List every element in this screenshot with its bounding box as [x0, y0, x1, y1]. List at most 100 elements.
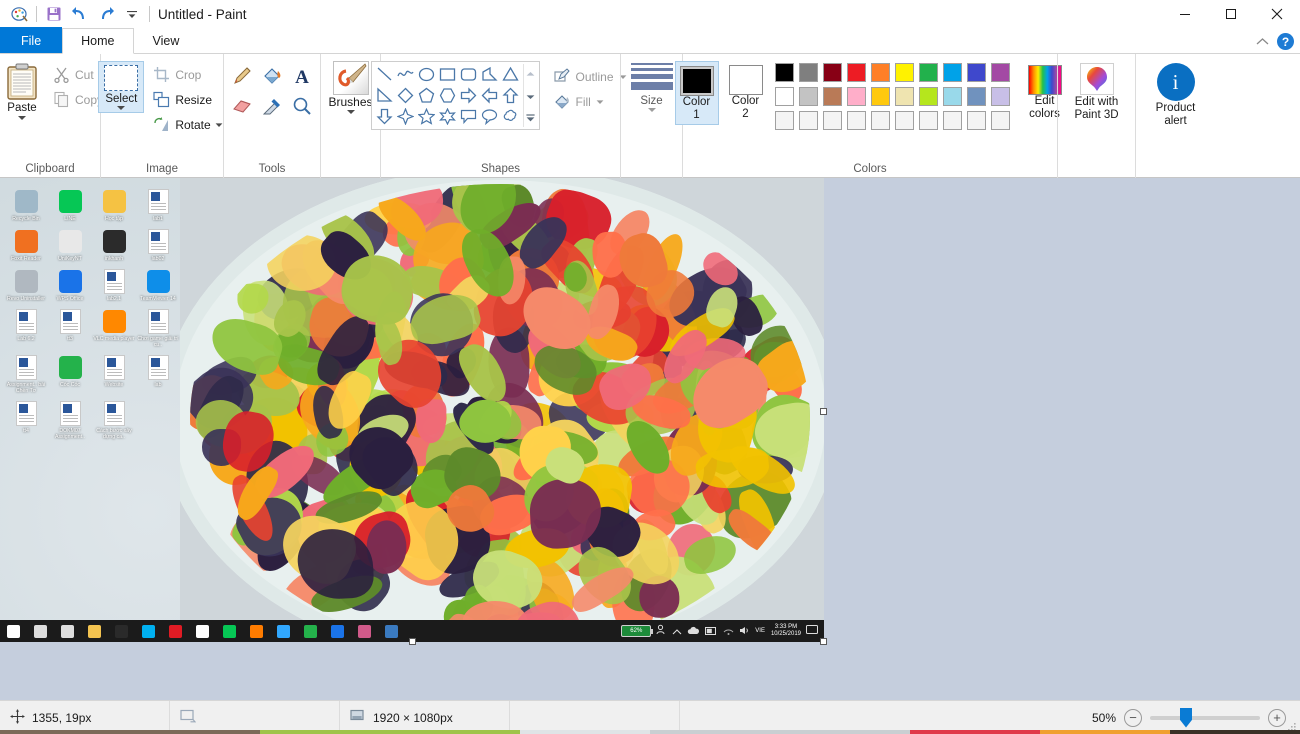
palette-swatch-2-7[interactable] — [917, 85, 940, 108]
palette-swatch-3-1[interactable] — [773, 109, 796, 132]
palette-swatch-1-5[interactable] — [869, 61, 892, 84]
canvas-resize-handle-corner[interactable] — [820, 638, 827, 645]
palette-swatch-1-1[interactable] — [773, 61, 796, 84]
redo-icon[interactable] — [93, 2, 119, 26]
help-icon[interactable]: ? — [1277, 33, 1294, 50]
tab-file[interactable]: File — [0, 27, 62, 53]
tab-view[interactable]: View — [134, 27, 199, 53]
shape-hexagon[interactable] — [437, 85, 458, 106]
desktop-icon[interactable]: TeamViewer 14 — [136, 262, 180, 302]
palette-swatch-1-2[interactable] — [797, 61, 820, 84]
shape-left-arrow[interactable] — [479, 85, 500, 106]
canvas-resize-handle-bottom[interactable] — [409, 638, 416, 645]
collapse-ribbon-icon[interactable] — [1256, 35, 1269, 49]
shape-up-arrow[interactable] — [500, 85, 521, 106]
desktop-icon[interactable]: Chơi game giải trí cu.. — [136, 302, 180, 348]
save-icon[interactable] — [41, 2, 67, 26]
photoshop-icon[interactable] — [270, 620, 297, 642]
wps-taskbar-icon[interactable] — [324, 620, 351, 642]
palette-swatch-1-10[interactable] — [989, 61, 1012, 84]
outline-button[interactable]: Outline — [550, 65, 629, 88]
shape-oval-callout[interactable] — [479, 106, 500, 127]
palette-swatch-3-9[interactable] — [965, 109, 988, 132]
file-explorer-icon[interactable] — [81, 620, 108, 642]
search-icon[interactable] — [27, 620, 54, 642]
desktop-icon[interactable]: lab1 — [136, 182, 180, 222]
shape-curve[interactable] — [395, 64, 416, 85]
fill-chevron-down-icon[interactable] — [596, 95, 604, 109]
shape-rounded-callout[interactable] — [458, 106, 479, 127]
select-button[interactable]: Select — [98, 61, 144, 113]
color-2-button[interactable]: Color 2 — [725, 61, 767, 123]
select-chevron-down-icon[interactable] — [117, 106, 125, 110]
illustrator-icon[interactable] — [243, 620, 270, 642]
crop-button[interactable]: Crop — [150, 63, 225, 86]
customize-qat-icon[interactable] — [119, 2, 145, 26]
palette-swatch-1-6[interactable] — [893, 61, 916, 84]
fill-button[interactable]: Fill — [550, 90, 629, 113]
shape-cloud-callout[interactable] — [500, 106, 521, 127]
palette-swatch-3-8[interactable] — [941, 109, 964, 132]
task-view-icon[interactable] — [54, 620, 81, 642]
desktop-icon[interactable]: Recycle Bin — [4, 182, 48, 222]
maximize-button[interactable] — [1208, 0, 1254, 28]
text-tool[interactable]: A — [287, 61, 317, 91]
palette-swatch-3-6[interactable] — [893, 109, 916, 132]
palette-swatch-2-1[interactable] — [773, 85, 796, 108]
palette-swatch-2-5[interactable] — [869, 85, 892, 108]
desktop-icon[interactable]: inkhanh — [92, 222, 136, 262]
desktop-icon[interactable]: Website — [92, 348, 136, 394]
color-picker-tool[interactable] — [257, 91, 287, 121]
palette-swatch-2-9[interactable] — [965, 85, 988, 108]
palette-swatch-1-7[interactable] — [917, 61, 940, 84]
palette-swatch-2-3[interactable] — [821, 85, 844, 108]
coccoc-taskbar-icon[interactable] — [297, 620, 324, 642]
shapes-gallery[interactable] — [371, 61, 540, 130]
palette-swatch-2-2[interactable] — [797, 85, 820, 108]
palette-swatch-3-4[interactable] — [845, 109, 868, 132]
desktop-icon[interactable]: VLC media player — [92, 302, 136, 348]
desktop-icon[interactable]: lab — [136, 348, 180, 394]
desktop-icon[interactable]: Học tập — [92, 182, 136, 222]
brushes-chevron-down-icon[interactable] — [347, 110, 355, 114]
mail-icon[interactable] — [189, 620, 216, 642]
pencil-tool[interactable] — [227, 61, 257, 91]
zoom-in-button[interactable]: + — [1268, 709, 1286, 727]
shapes-expand-icon[interactable] — [526, 111, 535, 125]
palette-swatch-2-6[interactable] — [893, 85, 916, 108]
shape-pentagon[interactable] — [416, 85, 437, 106]
zoom-out-button[interactable]: − — [1124, 709, 1142, 727]
rotate-button[interactable]: Rotate — [150, 113, 225, 136]
shape-five-point-star[interactable] — [416, 106, 437, 127]
paint3d-taskbar-icon[interactable] — [351, 620, 378, 642]
product-alert-button[interactable]: i Product alert — [1140, 61, 1212, 127]
undo-icon[interactable] — [67, 2, 93, 26]
desktop-icon[interactable]: tt4 — [4, 394, 48, 440]
desktop-icon[interactable]: WPS Office — [48, 262, 92, 302]
paste-button[interactable]: Paste — [0, 61, 50, 120]
magnifier-tool[interactable] — [287, 91, 317, 121]
shield-icon[interactable] — [162, 620, 189, 642]
desktop-icon[interactable]: DOKM07 Assignment.. — [48, 394, 92, 440]
palette-swatch-1-4[interactable] — [845, 61, 868, 84]
desktop-icon[interactable]: lab02 — [136, 222, 180, 262]
palette-swatch-3-5[interactable] — [869, 109, 892, 132]
desktop-icon[interactable]: Foxit Reader — [4, 222, 48, 262]
palette-swatch-1-9[interactable] — [965, 61, 988, 84]
shape-diamond[interactable] — [395, 85, 416, 106]
shapes-scroll-down-icon[interactable] — [526, 89, 535, 103]
shapes-scroll-up-icon[interactable] — [526, 66, 535, 80]
size-chevron-down-icon[interactable] — [648, 108, 656, 112]
palette-swatch-1-8[interactable] — [941, 61, 964, 84]
desktop-icon[interactable]: Assignment.. bài Chèn Tơ — [4, 348, 48, 394]
shape-triangle[interactable] — [500, 64, 521, 85]
palette-swatch-2-4[interactable] — [845, 85, 868, 108]
palette-swatch-2-8[interactable] — [941, 85, 964, 108]
line-taskbar-icon[interactable] — [135, 620, 162, 642]
desktop-icon[interactable]: Lab 6.2 — [4, 302, 48, 348]
paste-chevron-down-icon[interactable] — [18, 116, 26, 120]
shape-right-triangle[interactable] — [374, 85, 395, 106]
color-palette[interactable] — [773, 61, 1012, 132]
canvas-resize-handle-right[interactable] — [820, 408, 827, 415]
palette-swatch-3-2[interactable] — [797, 109, 820, 132]
